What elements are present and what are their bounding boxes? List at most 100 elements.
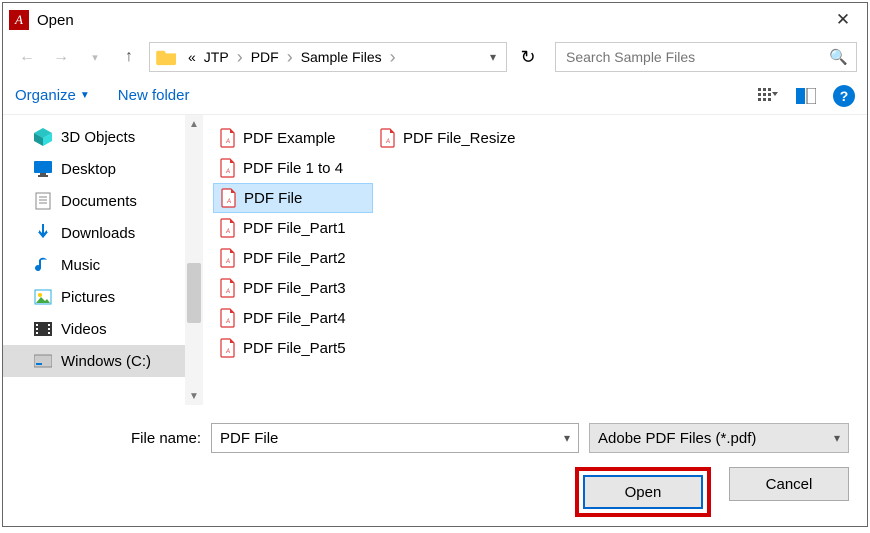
file-label: PDF File 1 to 4	[243, 160, 343, 177]
help-button[interactable]: ?	[833, 85, 855, 107]
cancel-label: Cancel	[766, 476, 813, 493]
window-title: Open	[37, 12, 74, 29]
up-button[interactable]: ↑	[115, 43, 143, 71]
file-label: PDF Example	[243, 130, 336, 147]
breadcrumb-prefix: «	[184, 49, 200, 65]
pdf-icon: A	[220, 188, 238, 208]
sidebar-item-documents[interactable]: Documents	[3, 185, 203, 217]
chevron-down-icon: ▼	[80, 90, 90, 101]
file-label: PDF File_Resize	[403, 130, 516, 147]
help-icon: ?	[840, 88, 849, 104]
back-button[interactable]: ←	[13, 43, 41, 71]
search-box[interactable]: 🔍	[555, 42, 857, 72]
preview-pane-button[interactable]	[795, 85, 817, 107]
scroll-up-icon[interactable]: ▲	[185, 115, 203, 133]
open-dialog: A Open ✕ ← → ▾ ↑ « JTP › PDF › Sample Fi…	[2, 2, 868, 527]
close-icon: ✕	[836, 10, 850, 30]
breadcrumb-dropdown[interactable]: ▾	[486, 50, 500, 64]
svg-text:A: A	[225, 259, 230, 265]
chevron-right-icon: ›	[386, 47, 400, 68]
sidebar-item-label: Documents	[61, 193, 137, 210]
file-item[interactable]: A PDF File_Part3	[213, 273, 373, 303]
organize-label: Organize	[15, 87, 76, 104]
sidebar-scrollbar[interactable]: ▲ ▼	[185, 115, 203, 405]
recent-dropdown[interactable]: ▾	[81, 43, 109, 71]
filter-value: Adobe PDF Files (*.pdf)	[598, 430, 756, 447]
search-input[interactable]	[564, 48, 829, 66]
pictures-icon	[33, 287, 53, 307]
file-list: APDF ExampleAPDF File 1 to 4APDF FileAPD…	[203, 115, 867, 375]
titlebar: A Open ✕	[3, 3, 867, 37]
arrow-up-icon: ↑	[125, 48, 133, 66]
file-item[interactable]: A PDF Example	[213, 123, 373, 153]
pdf-icon: A	[219, 218, 237, 238]
dialog-body: 3D Objects Desktop Documents DownloadsMusic…	[3, 115, 867, 405]
sidebar-item-label: 3D Objects	[61, 129, 135, 146]
sidebar-item-label: Pictures	[61, 289, 115, 306]
file-item[interactable]: APDF File_Part1	[213, 213, 373, 243]
svg-text:A: A	[225, 139, 230, 145]
search-icon: 🔍	[829, 48, 848, 66]
breadcrumb-seg-2[interactable]: Sample Files	[297, 49, 386, 65]
pdf-icon: A	[219, 128, 237, 148]
sidebar: 3D Objects Desktop Documents DownloadsMusic…	[3, 115, 203, 405]
svg-text:A: A	[226, 199, 231, 205]
svg-text:A: A	[225, 289, 230, 295]
svg-text:A: A	[225, 229, 230, 235]
filetype-filter[interactable]: Adobe PDF Files (*.pdf) ▾	[589, 423, 849, 453]
scroll-thumb[interactable]	[187, 263, 201, 323]
new-folder-button[interactable]: New folder	[118, 87, 190, 104]
file-item[interactable]: A PDF File_Resize	[373, 123, 533, 153]
arrow-left-icon: ←	[19, 48, 35, 66]
organize-menu[interactable]: Organize ▼	[15, 87, 90, 104]
close-button[interactable]: ✕	[819, 3, 867, 37]
svg-text:A: A	[385, 139, 390, 145]
open-button[interactable]: Open	[583, 475, 703, 509]
footer: File name: PDF File ▾ Adobe PDF Files (*…	[3, 405, 867, 533]
chevron-down-icon[interactable]: ▾	[834, 431, 840, 445]
file-item[interactable]: APDF File_Part4	[213, 303, 373, 333]
sidebar-item-music[interactable]: Music	[3, 249, 203, 281]
pdf-icon: A	[219, 158, 237, 178]
open-label: Open	[625, 484, 662, 501]
chevron-down-icon: ▾	[92, 51, 98, 64]
nav-row: ← → ▾ ↑ « JTP › PDF › Sample Files › ▾ ↻…	[3, 37, 867, 77]
sidebar-item-videos[interactable]: Videos	[3, 313, 203, 345]
scroll-down-icon[interactable]: ▼	[185, 387, 203, 405]
sidebar-item-label: Videos	[61, 321, 107, 338]
pdf-icon: A	[379, 128, 397, 148]
sidebar-item-windows-c-[interactable]: Windows (C:)	[3, 345, 203, 377]
svg-text:A: A	[225, 349, 230, 355]
filename-input[interactable]: PDF File ▾	[211, 423, 579, 453]
refresh-button[interactable]: ↻	[513, 42, 543, 72]
app-icon: A	[9, 10, 29, 30]
chevron-right-icon: ›	[233, 47, 247, 68]
folder-icon	[156, 48, 178, 66]
new-folder-label: New folder	[118, 87, 190, 104]
file-item[interactable]: APDF File_Part2	[213, 243, 373, 273]
breadcrumb[interactable]: « JTP › PDF › Sample Files › ▾	[149, 42, 507, 72]
file-item[interactable]: A PDF File 1 to 4	[213, 153, 373, 183]
sidebar-item-downloads[interactable]: Downloads	[3, 217, 203, 249]
view-menu[interactable]	[757, 85, 779, 107]
file-label: PDF File_Part3	[243, 280, 346, 297]
breadcrumb-seg-0[interactable]: JTP	[200, 49, 233, 65]
sidebar-item-pictures[interactable]: Pictures	[3, 281, 203, 313]
cancel-button[interactable]: Cancel	[729, 467, 849, 501]
filename-value: PDF File	[220, 430, 278, 447]
music-icon	[33, 255, 53, 275]
toolbar: Organize ▼ New folder ?	[3, 77, 867, 115]
sidebar-item-desktop[interactable]: Desktop	[3, 153, 203, 185]
file-item[interactable]: APDF File	[213, 183, 373, 213]
pdf-icon: A	[219, 338, 237, 358]
breadcrumb-seg-1[interactable]: PDF	[247, 49, 283, 65]
videos-icon	[33, 319, 53, 339]
cube-icon	[33, 127, 53, 147]
forward-button[interactable]: →	[47, 43, 75, 71]
sidebar-item-3d-objects[interactable]: 3D Objects	[3, 121, 203, 153]
refresh-icon: ↻	[520, 47, 535, 68]
chevron-down-icon[interactable]: ▾	[564, 431, 570, 445]
file-item[interactable]: APDF File_Part5	[213, 333, 373, 363]
sidebar-item-label: Windows (C:)	[61, 353, 151, 370]
pdf-icon: A	[219, 278, 237, 298]
